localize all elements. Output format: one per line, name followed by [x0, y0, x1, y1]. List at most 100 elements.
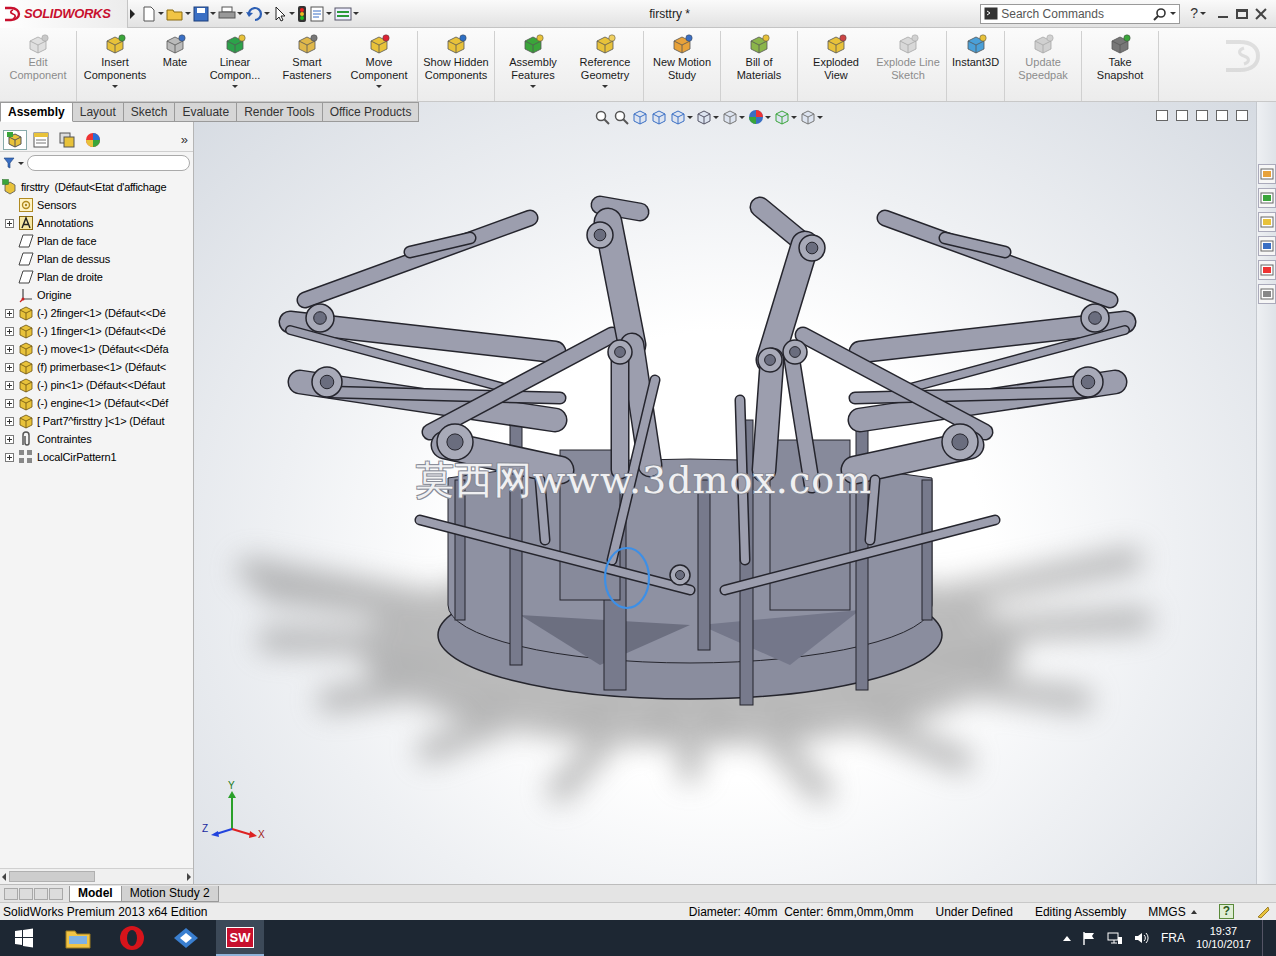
magnifier-icon[interactable]	[1153, 7, 1167, 21]
command-tab[interactable]: Assembly	[0, 102, 73, 122]
tree-item[interactable]: (-) engine<1> (Défaut<<Déf	[0, 394, 193, 412]
taskbar-app[interactable]	[54, 920, 102, 956]
more-tabs-button[interactable]: »	[181, 130, 190, 150]
clock[interactable]: 19:3710/10/2017	[1196, 925, 1251, 951]
ribbon-button[interactable]: Bill of Materials	[723, 31, 795, 89]
view-tool[interactable]	[748, 109, 771, 125]
dropdown-caret[interactable]	[264, 12, 270, 15]
view-tool[interactable]	[774, 109, 797, 125]
maximize-button[interactable]	[1236, 9, 1248, 19]
ribbon-button[interactable]: Show Hidden Components	[420, 31, 492, 89]
tree-item[interactable]: Plan de droite	[0, 268, 193, 286]
view-tool[interactable]	[722, 109, 745, 125]
task-pane-tab[interactable]	[1258, 284, 1276, 304]
expand-toggle[interactable]	[5, 399, 14, 408]
ribbon-button[interactable]: Take Snapshot	[1084, 31, 1156, 89]
tile-button[interactable]	[1176, 110, 1188, 121]
tree-item[interactable]: (-) 2finger<1> (Défaut<<Dé	[0, 304, 193, 322]
horizontal-scrollbar[interactable]	[0, 868, 193, 884]
unit-system[interactable]: MMGS	[1148, 903, 1196, 921]
tree-item[interactable]: (-) move<1> (Défaut<<Défa	[0, 340, 193, 358]
minimize-view-button[interactable]	[1196, 110, 1208, 121]
expand-toggle[interactable]	[5, 417, 14, 426]
ribbon-button[interactable]: Linear Compon...	[199, 31, 271, 89]
ribbon-button[interactable]: Exploded View	[800, 31, 872, 89]
filter-field[interactable]	[27, 155, 190, 171]
ribbon-button[interactable]: Instant3D	[949, 31, 1002, 76]
model-tab[interactable]: Motion Study 2	[121, 886, 219, 902]
view-tool[interactable]	[670, 109, 693, 125]
menu-arrow[interactable]	[130, 9, 135, 19]
search-box[interactable]	[980, 4, 1180, 24]
restore-view-button[interactable]	[1216, 110, 1228, 121]
split-view-button[interactable]	[1156, 110, 1168, 121]
ribbon-button[interactable]: Smart Fasteners	[271, 31, 343, 89]
tree-item[interactable]: (-) 1finger<1> (Défaut<<Dé	[0, 322, 193, 340]
tree-item[interactable]: firsttry (Défaut<Etat d'affichage	[0, 178, 193, 196]
scroll-thumb[interactable]	[9, 871, 95, 882]
tree-item[interactable]: (f) primerbase<1> (Défaut<	[0, 358, 193, 376]
dropdown-caret[interactable]	[1170, 12, 1176, 15]
quick-access-button[interactable]	[166, 6, 191, 22]
manager-tab[interactable]	[29, 130, 53, 150]
search-input[interactable]	[1001, 5, 1150, 23]
close-view-button[interactable]	[1236, 110, 1248, 121]
view-tool[interactable]	[594, 109, 610, 125]
quick-access-button[interactable]	[272, 6, 295, 22]
tree-item[interactable]: Origine	[0, 286, 193, 304]
model-tab[interactable]: Model	[69, 886, 122, 902]
tree-item[interactable]: Plan de face	[0, 232, 193, 250]
manager-tab[interactable]	[3, 130, 27, 150]
ribbon-button[interactable]: Move Component	[343, 31, 415, 89]
dropdown-caret[interactable]	[18, 162, 24, 165]
taskbar-app[interactable]	[0, 920, 48, 956]
taskbar-app[interactable]	[162, 920, 210, 956]
dropdown-caret[interactable]	[602, 85, 608, 88]
view-tool[interactable]	[632, 109, 648, 125]
quick-access-button[interactable]	[193, 6, 216, 22]
dropdown-caret[interactable]	[353, 12, 359, 15]
tab-scroll-button[interactable]	[4, 888, 18, 900]
flag-icon[interactable]	[1082, 931, 1096, 945]
dropdown-caret[interactable]	[739, 116, 745, 119]
tag-icon[interactable]	[1256, 905, 1270, 919]
taskbar-app[interactable]: SW	[216, 920, 264, 956]
app-logo[interactable]: SOLIDWORKS	[0, 0, 128, 28]
ribbon-button[interactable]: Mate	[151, 31, 199, 76]
graphics-area[interactable]: YZX莫西网www.3dmox.com	[194, 102, 1256, 884]
task-pane-tab[interactable]	[1258, 164, 1276, 184]
manager-tab[interactable]	[55, 130, 79, 150]
expand-toggle[interactable]	[5, 219, 14, 228]
network-icon[interactable]	[1107, 931, 1123, 945]
tab-scroll-button[interactable]	[19, 888, 33, 900]
show-hidden-icons-button[interactable]	[1063, 936, 1071, 941]
command-tab[interactable]: Sketch	[124, 102, 176, 122]
quick-access-button[interactable]	[297, 6, 307, 22]
view-tool[interactable]	[696, 109, 719, 125]
tab-scroll-button[interactable]	[34, 888, 48, 900]
dropdown-caret[interactable]	[112, 85, 118, 88]
dropdown-caret[interactable]	[817, 116, 823, 119]
ribbon-button[interactable]: Assembly Features	[497, 31, 569, 89]
quick-access-button[interactable]	[245, 6, 270, 22]
input-language[interactable]: FRA	[1161, 929, 1185, 947]
notifications-button[interactable]	[1262, 920, 1268, 956]
scroll-right-button[interactable]	[187, 873, 191, 881]
ribbon-button[interactable]: Reference Geometry	[569, 31, 641, 89]
expand-toggle[interactable]	[5, 309, 14, 318]
command-tab[interactable]: Office Products	[323, 102, 420, 122]
view-tool[interactable]	[800, 109, 823, 125]
tree-item[interactable]: Annotations	[0, 214, 193, 232]
dropdown-caret[interactable]	[232, 85, 238, 88]
task-pane-tab[interactable]	[1258, 260, 1276, 280]
dropdown-caret[interactable]	[237, 12, 243, 15]
dropdown-caret[interactable]	[158, 12, 164, 15]
dropdown-caret[interactable]	[530, 85, 536, 88]
view-tool[interactable]	[613, 109, 629, 125]
quick-access-button[interactable]	[309, 6, 332, 22]
dropdown-caret[interactable]	[210, 12, 216, 15]
task-pane-tab[interactable]	[1258, 212, 1276, 232]
tree-item[interactable]: (-) pin<1> (Défaut<<Défaut	[0, 376, 193, 394]
task-pane-tab[interactable]	[1258, 236, 1276, 256]
tree-item[interactable]: LocalCirPattern1	[0, 448, 193, 466]
